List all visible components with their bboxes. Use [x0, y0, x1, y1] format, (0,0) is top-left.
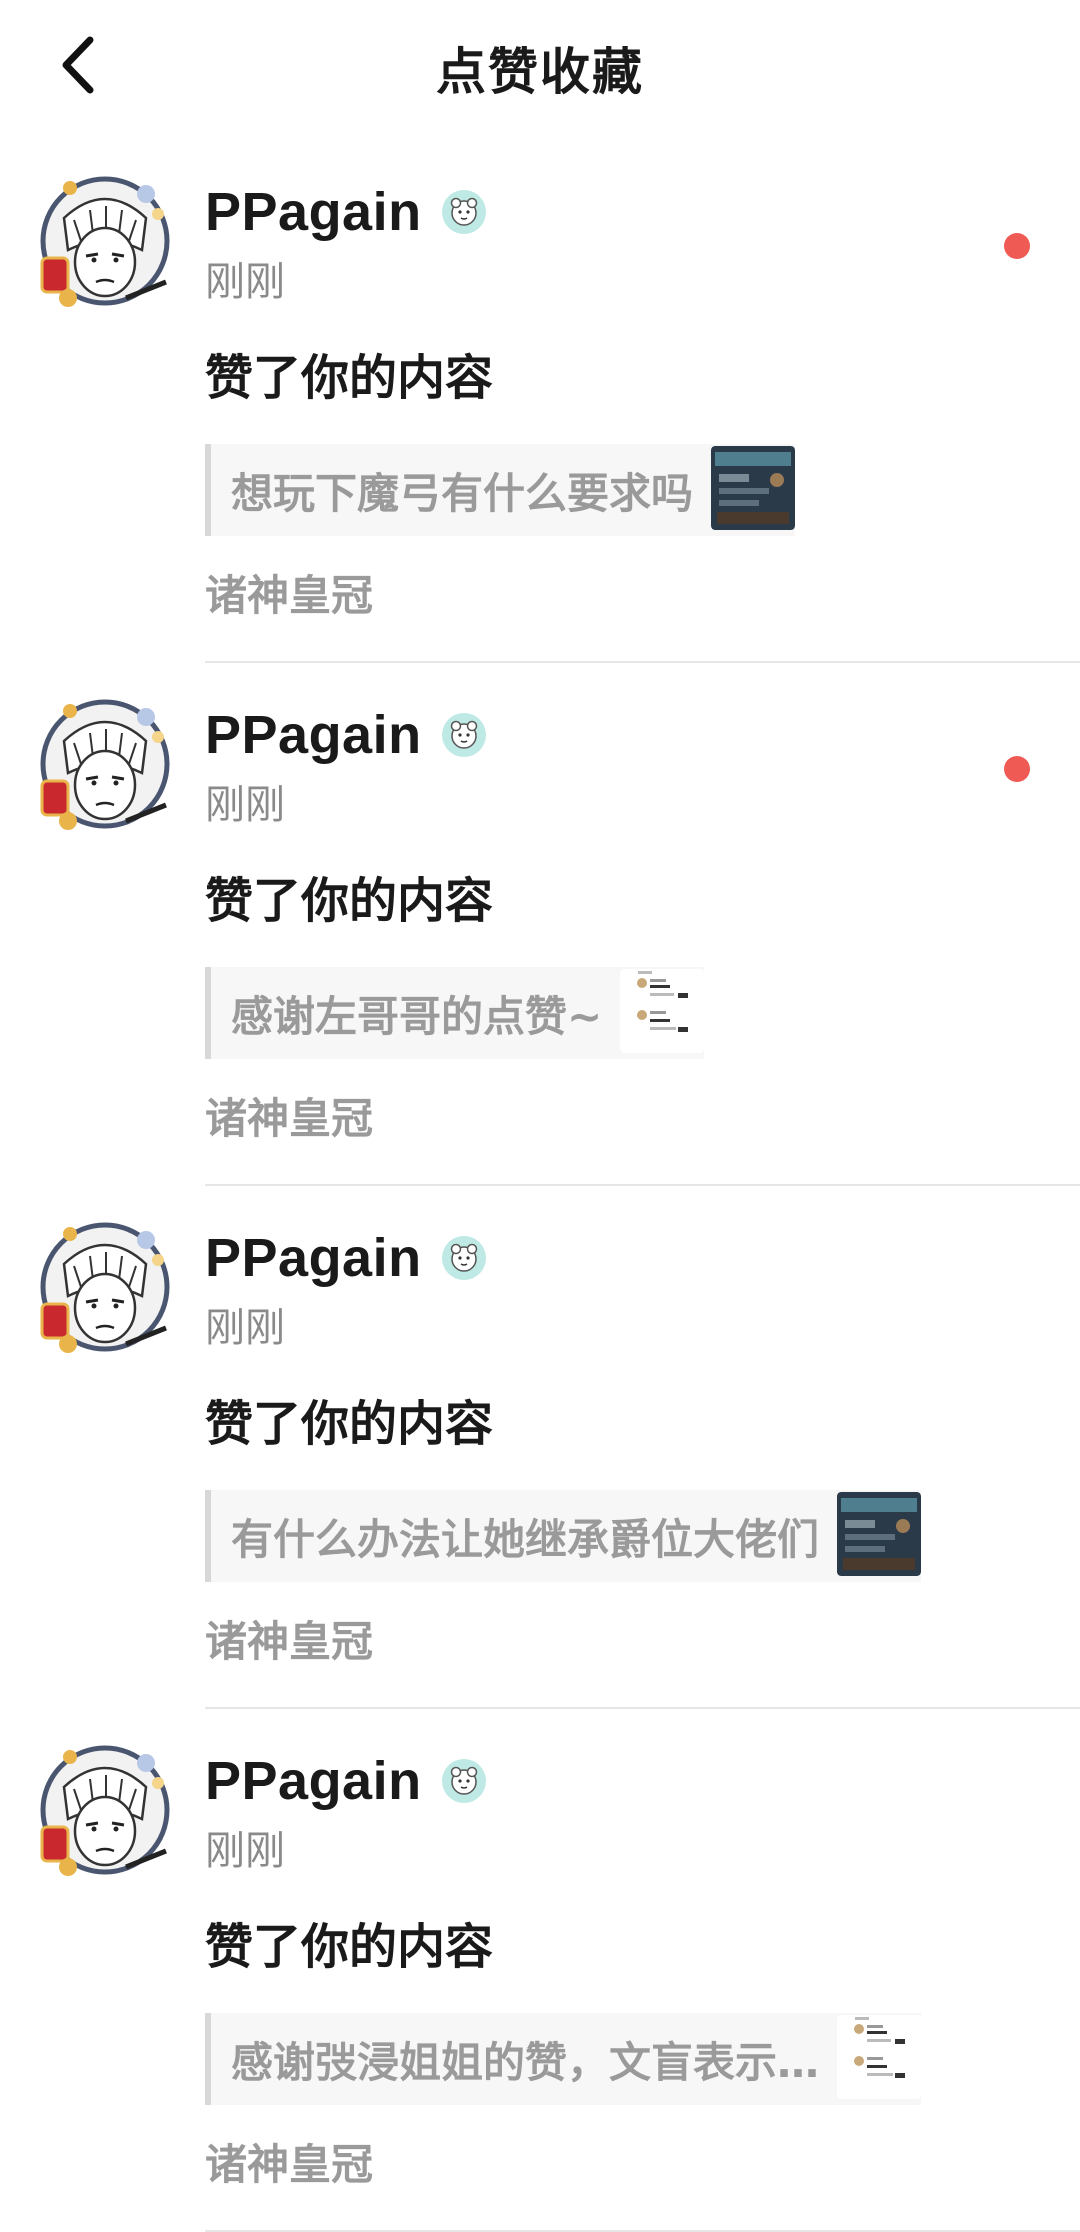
thumbnail-image — [711, 446, 796, 530]
user-name[interactable]: PPagain — [205, 1227, 422, 1289]
post-thumbnail[interactable] — [711, 446, 796, 534]
action-text: 赞了你的内容 — [205, 1919, 494, 1975]
timestamp: 刚刚 — [205, 782, 285, 828]
timestamp: 刚刚 — [205, 1828, 285, 1874]
avatar[interactable] — [34, 693, 176, 835]
quoted-post[interactable]: 想玩下魔弓有什么要求吗 — [205, 444, 796, 536]
quoted-post[interactable]: 感谢弢浸姐姐的赞，文盲表示… — [205, 2013, 922, 2105]
action-text: 赞了你的内容 — [205, 1396, 494, 1452]
action-text: 赞了你的内容 — [205, 350, 494, 406]
user-name[interactable]: PPagain — [205, 704, 422, 766]
list-item-1[interactable]: PPagain 刚刚 赞了你的内容 想玩下魔弓有什么要求吗 诸神皇冠 — [0, 140, 1080, 663]
timestamp: 刚刚 — [205, 1305, 285, 1351]
item-content: PPagain 刚刚 赞了你的内容 感谢左哥哥的点赞~ 诸神皇冠 — [205, 701, 1080, 1147]
quoted-post-text: 有什么办法让她继承爵位大佬们 — [231, 1514, 820, 1564]
user-name[interactable]: PPagain — [205, 181, 422, 243]
user-name[interactable]: PPagain — [205, 1750, 422, 1812]
notification-list: PPagain 刚刚 赞了你的内容 想玩下魔弓有什么要求吗 诸神皇冠 PPaga… — [0, 140, 1080, 2232]
source-forum[interactable]: 诸神皇冠 — [205, 2137, 1080, 2193]
thumbnail-image — [837, 1492, 922, 1576]
timestamp: 刚刚 — [205, 259, 285, 305]
list-item-2[interactable]: PPagain 刚刚 赞了你的内容 感谢左哥哥的点赞~ 诸神皇冠 — [0, 663, 1080, 1186]
post-thumbnail[interactable] — [620, 969, 705, 1057]
list-item-3[interactable]: PPagain 刚刚 赞了你的内容 有什么办法让她继承爵位大佬们 诸神皇冠 — [0, 1186, 1080, 1709]
item-content: PPagain 刚刚 赞了你的内容 想玩下魔弓有什么要求吗 诸神皇冠 — [205, 178, 1080, 624]
name-row: PPagain — [205, 178, 1080, 246]
unread-dot — [1004, 756, 1030, 782]
unread-dot — [1004, 233, 1030, 259]
quoted-post-text: 想玩下魔弓有什么要求吗 — [231, 468, 694, 518]
level-badge-icon — [441, 190, 486, 234]
level-badge-icon — [441, 1236, 486, 1280]
avatar[interactable] — [34, 170, 176, 312]
avatar[interactable] — [34, 1739, 176, 1881]
thumbnail-image — [837, 2015, 922, 2099]
list-item-4[interactable]: PPagain 刚刚 赞了你的内容 感谢弢浸姐姐的赞，文盲表示… 诸神皇冠 — [0, 1709, 1080, 2232]
quoted-post-text: 感谢左哥哥的点赞~ — [231, 991, 603, 1041]
source-forum[interactable]: 诸神皇冠 — [205, 1091, 1080, 1147]
post-thumbnail[interactable] — [837, 1492, 922, 1580]
name-row: PPagain — [205, 701, 1080, 769]
quoted-post[interactable]: 有什么办法让她继承爵位大佬们 — [205, 1490, 922, 1582]
source-forum[interactable]: 诸神皇冠 — [205, 568, 1080, 624]
item-content: PPagain 刚刚 赞了你的内容 感谢弢浸姐姐的赞，文盲表示… 诸神皇冠 — [205, 1747, 1080, 2193]
quoted-post[interactable]: 感谢左哥哥的点赞~ — [205, 967, 705, 1059]
top-bar: 点赞收藏 — [0, 0, 1080, 130]
name-row: PPagain — [205, 1224, 1080, 1292]
action-text: 赞了你的内容 — [205, 873, 494, 929]
source-forum[interactable]: 诸神皇冠 — [205, 1614, 1080, 1670]
name-row: PPagain — [205, 1747, 1080, 1815]
thumbnail-image — [620, 969, 705, 1053]
level-badge-icon — [441, 1759, 486, 1803]
page-title: 点赞收藏 — [436, 43, 644, 101]
avatar[interactable] — [34, 1216, 176, 1358]
quoted-post-text: 感谢弢浸姐姐的赞，文盲表示… — [231, 2037, 820, 2087]
level-badge-icon — [441, 713, 486, 757]
item-content: PPagain 刚刚 赞了你的内容 有什么办法让她继承爵位大佬们 诸神皇冠 — [205, 1224, 1080, 1670]
post-thumbnail[interactable] — [837, 2015, 922, 2103]
